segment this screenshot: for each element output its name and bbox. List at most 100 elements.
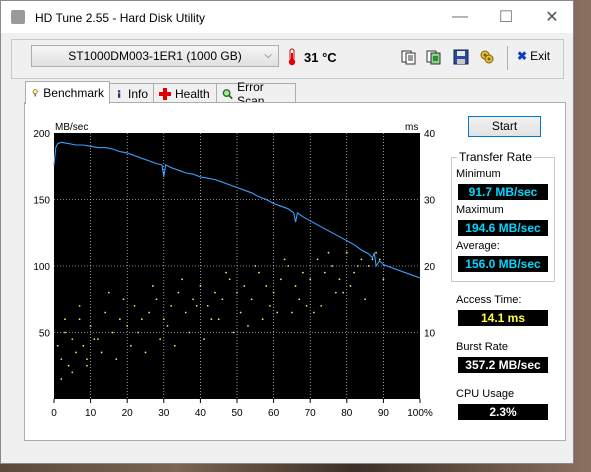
y-right-tick-label: 30 [424, 196, 436, 207]
access-time-point [309, 278, 312, 281]
access-time-point [155, 298, 158, 301]
tab-health[interactable]: Health [153, 83, 217, 103]
exit-icon: ✖ [517, 49, 528, 63]
access-time-point [265, 285, 268, 287]
access-time-point [64, 331, 66, 334]
access-time-point [239, 311, 242, 314]
app-icon [11, 10, 25, 24]
access-time-point [301, 271, 304, 274]
access-time-point [60, 358, 63, 360]
access-time-point [225, 271, 227, 274]
y-right-tick-label: 20 [424, 262, 436, 273]
app-window: HD Tune 2.55 - Hard Disk Utility — ☐ ✕ S… [0, 0, 574, 464]
access-time-point [203, 338, 205, 341]
access-time-point [82, 344, 85, 347]
tab-health-label: Health [175, 86, 210, 101]
drive-select[interactable]: ST1000DM003-1ER1 (1000 GB) ⌵ [31, 45, 279, 67]
access-time-label: Access Time: [456, 294, 522, 306]
maximum-value: 194.6 MB/sec [458, 220, 548, 236]
access-time-point [345, 251, 348, 254]
tab-info[interactable]: Info [109, 83, 154, 103]
x-tick-label: 50 [231, 408, 243, 419]
access-time-point [122, 298, 125, 301]
access-time-point [250, 298, 253, 301]
x-tick-label: 40 [195, 408, 207, 419]
access-time-point [97, 338, 99, 341]
access-time-point [305, 305, 308, 307]
access-time-point [261, 318, 264, 321]
access-time-point [100, 351, 103, 354]
access-time-point [254, 265, 257, 267]
access-time-point [162, 318, 165, 321]
start-button[interactable]: Start [468, 116, 541, 137]
access-time-point [188, 331, 191, 334]
x-tick-label: 60 [268, 408, 280, 419]
y-right-axis-label: ms [405, 122, 418, 133]
x-tick-label: 70 [305, 408, 317, 419]
y-left-tick-label: 100 [33, 262, 50, 273]
options-icon[interactable] [478, 48, 496, 66]
close-button[interactable]: ✕ [529, 1, 575, 32]
y-left-tick-label: 200 [33, 129, 50, 140]
access-time-point [78, 318, 81, 321]
exit-button[interactable]: ✖ Exit [517, 49, 550, 63]
access-time-point [316, 258, 319, 261]
x-tick-label: 10 [85, 408, 97, 419]
access-time-point [382, 278, 385, 281]
x-tick-label: 20 [122, 408, 134, 419]
access-time-point [93, 338, 96, 341]
access-time-point [133, 305, 136, 307]
cpu-usage-label: CPU Usage [456, 388, 515, 400]
access-time-point [67, 364, 70, 367]
access-time-point [108, 291, 110, 294]
access-time-point [349, 285, 352, 287]
tab-benchmark[interactable]: Benchmark [25, 81, 110, 104]
x-tick-label: 80 [341, 408, 353, 419]
close-icon: ✕ [545, 8, 559, 26]
health-icon [159, 87, 171, 100]
access-time-point [269, 305, 271, 307]
access-time-point [342, 291, 345, 294]
copy-image-icon[interactable] [425, 48, 443, 66]
access-time-point [360, 258, 363, 261]
access-time-point [221, 298, 224, 301]
access-time-point [294, 285, 297, 287]
maximize-icon: ☐ [498, 8, 514, 26]
access-time-point [338, 278, 341, 281]
minimize-button[interactable]: — [437, 1, 483, 32]
info-icon [117, 89, 121, 98]
burst-rate-label: Burst Rate [456, 341, 508, 353]
access-time-point [159, 338, 162, 341]
access-time-point [56, 344, 59, 347]
access-time-point [364, 298, 366, 301]
access-time-point [217, 318, 220, 321]
save-icon[interactable] [452, 48, 470, 66]
tab-error-scan[interactable]: Error Scan [216, 80, 296, 108]
maximum-label: Maximum [456, 204, 504, 216]
access-time-point [228, 278, 231, 281]
access-time-point [170, 305, 173, 307]
access-time-point [232, 331, 235, 334]
access-time-point [144, 351, 147, 354]
access-time-point [327, 251, 330, 254]
access-time-point [184, 311, 187, 314]
maximize-button[interactable]: ☐ [483, 1, 529, 32]
access-time-point [118, 318, 121, 321]
access-time-point [104, 311, 107, 314]
access-time-point [151, 285, 154, 287]
access-time-point [140, 318, 143, 321]
copy-text-icon[interactable] [400, 48, 418, 66]
access-time-point [291, 311, 293, 314]
access-time-point [126, 324, 129, 327]
error-scan-icon [222, 88, 233, 99]
access-time-point [312, 311, 315, 314]
access-time-point [214, 291, 216, 294]
minimize-icon: — [452, 7, 468, 25]
access-time-point [86, 358, 88, 360]
tab-benchmark-label: Benchmark [43, 86, 104, 100]
access-time-point [199, 285, 202, 287]
y-left-tick-label: 50 [39, 329, 51, 340]
benchmark-panel: MB/sec ms 0 10 20 30 40 50 60 70 80 90 100% 200 150 1… [24, 102, 566, 441]
burst-rate-value: 357.2 MB/sec [458, 357, 548, 373]
access-time-point [71, 338, 74, 341]
